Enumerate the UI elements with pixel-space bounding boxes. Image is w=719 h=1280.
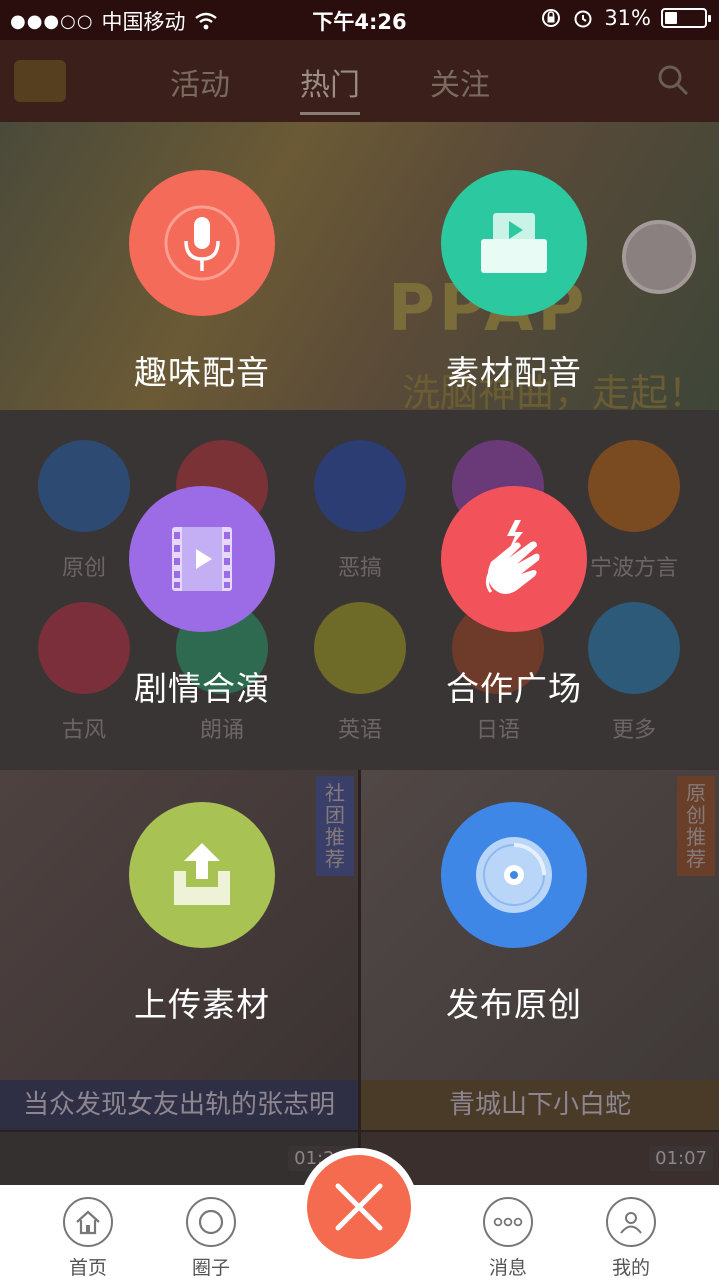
category-english[interactable]: 英语 xyxy=(300,602,420,744)
action-label: 合作广场 xyxy=(446,669,582,708)
category-spoof[interactable]: 恶搞 xyxy=(300,440,420,582)
action-label: 剧情合演 xyxy=(134,669,270,708)
tab-hot[interactable]: 热门 xyxy=(300,60,360,115)
hands-clap-icon xyxy=(485,520,540,594)
action-collaboration-square[interactable]: 合作广场 xyxy=(414,486,614,710)
upload-tray-icon xyxy=(174,843,230,905)
action-material-dubbing[interactable]: 素材配音 xyxy=(414,170,614,394)
floating-record-button[interactable] xyxy=(622,220,696,294)
category-label: 恶搞 xyxy=(337,556,382,581)
tab-bar: 活动 热门 关注 xyxy=(170,60,490,115)
bottom-tab-label: 圈子 xyxy=(191,1257,230,1279)
bottom-tab-profile[interactable]: 我的 xyxy=(591,1197,671,1280)
action-plot-co-performance[interactable]: 剧情合演 xyxy=(102,486,302,710)
card-caption: 青城山下小白蛇 xyxy=(361,1080,719,1130)
bottom-tab-label: 首页 xyxy=(68,1257,107,1279)
category-label: 更多 xyxy=(611,718,656,743)
bottom-tab-messages[interactable]: 消息 xyxy=(468,1197,548,1280)
action-label: 上传素材 xyxy=(134,985,270,1024)
close-icon xyxy=(335,1183,383,1231)
action-upload-material[interactable]: 上传素材 xyxy=(102,802,302,1026)
disc-icon xyxy=(476,837,552,913)
microphone-icon xyxy=(164,205,240,281)
video-material-icon xyxy=(481,213,547,273)
category-icon xyxy=(314,440,406,532)
app-logo xyxy=(14,60,66,102)
top-nav: 活动 热门 关注 xyxy=(0,40,719,122)
action-bubble[interactable] xyxy=(441,486,587,632)
film-strip-icon xyxy=(172,527,232,591)
action-label: 发布原创 xyxy=(446,985,582,1024)
action-label: 素材配音 xyxy=(446,353,582,392)
battery-level xyxy=(665,12,677,24)
circle-icon xyxy=(186,1197,236,1247)
video-duration: 01:07 xyxy=(649,1146,713,1171)
bottom-tab-label: 我的 xyxy=(611,1257,650,1279)
card-tag: 社团推荐 xyxy=(316,776,354,876)
feed-card[interactable]: 01:07 xyxy=(361,1132,719,1185)
category-label: 日语 xyxy=(475,718,520,743)
bottom-tab-circles[interactable]: 圈子 xyxy=(171,1197,251,1280)
battery-percent: 31% xyxy=(604,6,651,30)
action-label: 趣味配音 xyxy=(134,353,270,392)
action-bubble[interactable] xyxy=(441,170,587,316)
alarm-icon xyxy=(574,10,592,28)
action-bubble[interactable] xyxy=(129,802,275,948)
action-bubble[interactable] xyxy=(129,486,275,632)
rotation-lock-icon xyxy=(542,9,561,27)
category-icon xyxy=(314,602,406,694)
bottom-tab-label: 消息 xyxy=(488,1257,527,1279)
status-right: 31% xyxy=(540,6,711,30)
search-icon[interactable] xyxy=(657,64,689,96)
battery-icon xyxy=(661,8,711,28)
feed-card[interactable]: 01:26 xyxy=(0,1132,358,1185)
tab-following[interactable]: 关注 xyxy=(430,60,490,115)
action-bubble[interactable] xyxy=(129,170,275,316)
close-menu-button[interactable] xyxy=(300,1148,418,1266)
card-tag: 原创推荐 xyxy=(677,776,715,876)
card-caption: 当众发现女友出轨的张志明 xyxy=(0,1080,358,1130)
action-fun-dubbing[interactable]: 趣味配音 xyxy=(102,170,302,394)
category-label: 朗诵 xyxy=(199,718,244,743)
action-bubble[interactable] xyxy=(441,802,587,948)
status-bar: ●●●○○ 中国移动 下午4:26 31% xyxy=(0,0,719,40)
message-icon xyxy=(483,1197,533,1247)
tab-activity[interactable]: 活动 xyxy=(170,60,230,115)
home-icon xyxy=(63,1197,113,1247)
category-label: 古风 xyxy=(61,718,106,743)
bottom-tab-home[interactable]: 首页 xyxy=(48,1197,128,1280)
category-label: 英语 xyxy=(337,718,382,743)
action-publish-original[interactable]: 发布原创 xyxy=(414,802,614,1026)
close-button-face[interactable] xyxy=(307,1155,411,1259)
profile-icon xyxy=(606,1197,656,1247)
